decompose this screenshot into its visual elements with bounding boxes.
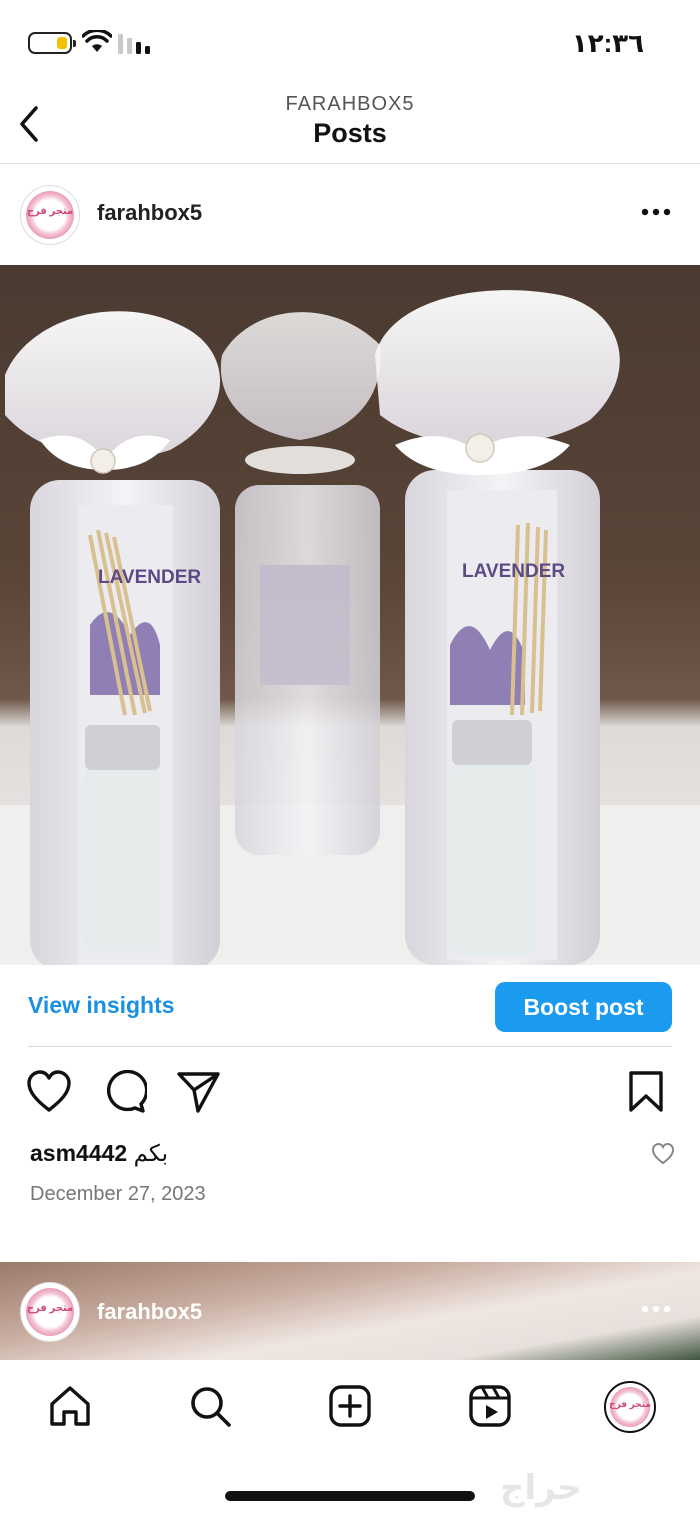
product-label-right: LAVENDER [462,561,565,582]
caption-username[interactable]: asm4442 [30,1140,127,1166]
status-time: ١٢:٣٦ [571,28,644,58]
post-photo[interactable]: LAVENDER LAVENDER [0,265,700,965]
divider [28,1046,672,1047]
share-send-icon[interactable] [176,1070,222,1114]
page-title: Posts [313,118,387,148]
top-header: FARAHBOX5 Posts [0,88,700,164]
create-post-icon[interactable] [328,1384,372,1428]
comment-like-heart-icon[interactable] [651,1143,675,1165]
post-username[interactable]: farahbox5 [97,200,202,226]
post-caption: asm4442 بكم [30,1140,168,1167]
like-heart-icon[interactable] [26,1070,72,1114]
next-post[interactable]: متجر فرح farahbox5 [0,1262,700,1360]
post-date: December 27, 2023 [30,1183,206,1205]
reels-icon[interactable] [468,1384,512,1428]
product-image: LAVENDER LAVENDER [0,290,700,965]
home-indicator [225,1491,475,1501]
battery-icon [28,32,76,54]
header-username: FARAHBOX5 [285,93,415,115]
avatar-text: متجر فرح [26,1303,74,1314]
save-bookmark-icon[interactable] [627,1070,667,1114]
view-insights-link[interactable]: View insights [28,992,175,1019]
watermark: حراج [500,1469,582,1507]
avatar[interactable]: متجر فرح [20,1282,80,1342]
comment-icon[interactable] [101,1070,147,1114]
home-icon[interactable] [48,1384,92,1428]
boost-post-button[interactable]: Boost post [495,982,672,1032]
caption-text: بكم [133,1140,169,1166]
more-options-icon[interactable] [640,1302,672,1316]
post-username[interactable]: farahbox5 [97,1299,202,1325]
bottom-tab-bar: متجر فرح حراج [0,1360,700,1516]
profile-avatar-text: متجر فرح [609,1399,651,1409]
status-bar: ١٢:٣٦ [0,0,700,88]
avatar-text: متجر فرح [26,206,74,217]
post-header: متجر فرح farahbox5 [0,165,700,265]
more-options-icon[interactable] [640,205,672,219]
wifi-icon [82,30,112,52]
product-label-left: LAVENDER [98,567,201,588]
search-icon[interactable] [188,1384,232,1428]
avatar[interactable]: متجر فرح [20,185,80,245]
profile-avatar-icon[interactable]: متجر فرح [604,1381,656,1433]
cellular-signal-icon [118,34,150,54]
